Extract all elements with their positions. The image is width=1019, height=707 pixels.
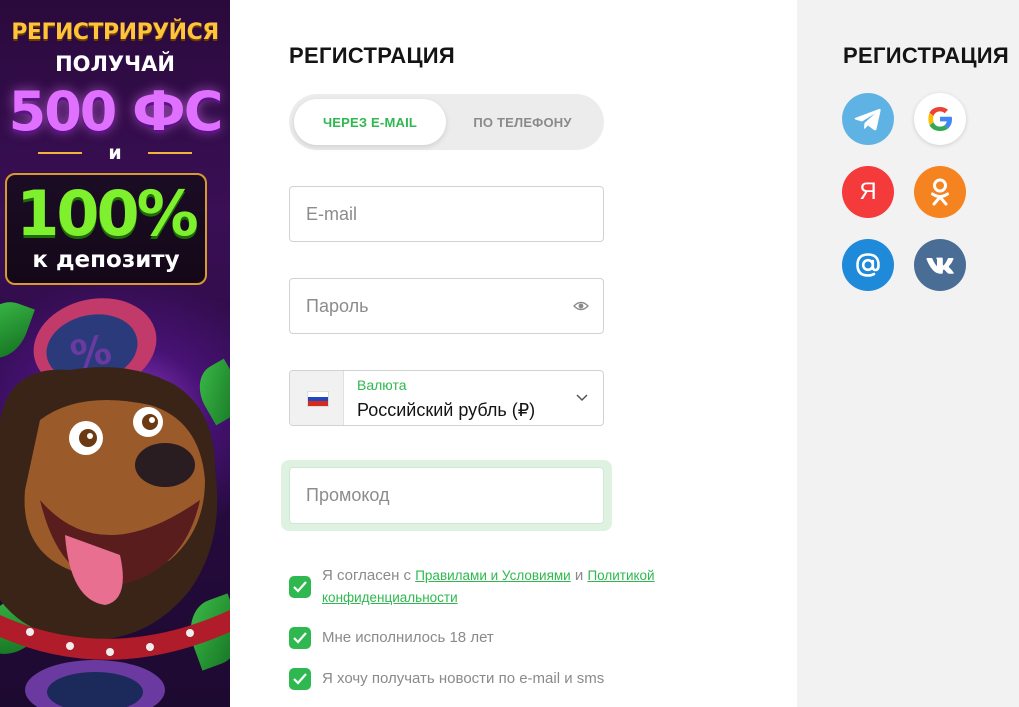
google-button[interactable] xyxy=(914,93,966,145)
privacy-link[interactable]: Политикой xyxy=(587,568,654,583)
banner-subline: ПОЛУЧАЙ xyxy=(55,52,175,76)
promo-field-container xyxy=(289,467,604,524)
russia-flag-icon xyxy=(308,392,328,406)
terms-text: Я согласен с Правилами и Условиями и Пол… xyxy=(322,565,655,609)
page-title: РЕГИСТРАЦИЯ xyxy=(289,43,456,68)
currency-label: Валюта xyxy=(357,377,407,393)
banner-headline: РЕГИСТРИРУЙСЯ xyxy=(11,20,219,45)
terms-link[interactable]: Правилами и Условиями xyxy=(415,568,571,583)
terms-text-before: Я согласен с xyxy=(322,567,416,584)
google-icon xyxy=(928,107,952,131)
currency-value: Российский рубль (₽) xyxy=(357,400,536,420)
chevron-down-icon xyxy=(576,394,588,402)
banner-bonus-percent: 100% xyxy=(16,177,199,250)
registration-method-switcher: ЧЕРЕЗ E-MAIL ПО ТЕЛЕФОНУ xyxy=(289,94,604,150)
checkmark-icon xyxy=(293,581,307,593)
rottweiler-mascot-image: % xyxy=(0,298,230,707)
social-login-panel xyxy=(797,0,1019,707)
age-text: Мне исполнилось 18 лет xyxy=(322,629,494,646)
odnoklassniki-button[interactable] xyxy=(914,166,966,218)
email-field-container xyxy=(289,186,604,242)
age-checkbox[interactable] xyxy=(289,627,311,649)
at-sign-icon xyxy=(856,253,880,277)
tab-email[interactable]: ЧЕРЕЗ E-MAIL xyxy=(294,99,446,145)
eye-icon[interactable] xyxy=(573,299,589,313)
privacy-link-continued[interactable]: конфиденциальности xyxy=(322,590,458,605)
checkmark-icon xyxy=(293,673,307,685)
email-input[interactable] xyxy=(290,187,603,241)
promo-banner[interactable]: РЕГИСТРИРУЙСЯ ПОЛУЧАЙ 500 ФС и 100% к де… xyxy=(0,0,230,707)
yandex-button[interactable]: Я xyxy=(842,166,894,218)
social-title: РЕГИСТРАЦИЯ xyxy=(843,43,1010,68)
promo-code-input[interactable] xyxy=(290,468,603,523)
terms-text-middle: и xyxy=(570,567,588,584)
odnoklassniki-icon xyxy=(931,178,949,206)
banner-bonus-box: 100% к депозиту xyxy=(5,173,207,285)
terms-checkbox[interactable] xyxy=(289,576,311,598)
banner-divider: и xyxy=(38,142,192,164)
telegram-button[interactable] xyxy=(842,93,894,145)
banner-free-spins: 500 ФС xyxy=(8,80,224,143)
yandex-icon: Я xyxy=(859,178,877,205)
tab-phone[interactable]: ПО ТЕЛЕФОНУ xyxy=(446,99,599,145)
currency-select[interactable]: Валюта Российский рубль (₽) xyxy=(289,370,604,426)
divider-line xyxy=(148,152,192,154)
news-checkbox[interactable] xyxy=(289,668,311,690)
news-text: Я хочу получать новости по e-mail и sms xyxy=(322,670,605,687)
vk-icon xyxy=(926,257,954,274)
vk-button[interactable] xyxy=(914,239,966,291)
mailru-button[interactable] xyxy=(842,239,894,291)
currency-flag-box xyxy=(290,371,344,425)
checkmark-icon xyxy=(293,632,307,644)
telegram-icon xyxy=(854,108,881,131)
password-field-container xyxy=(289,278,604,334)
password-input[interactable] xyxy=(290,279,603,333)
